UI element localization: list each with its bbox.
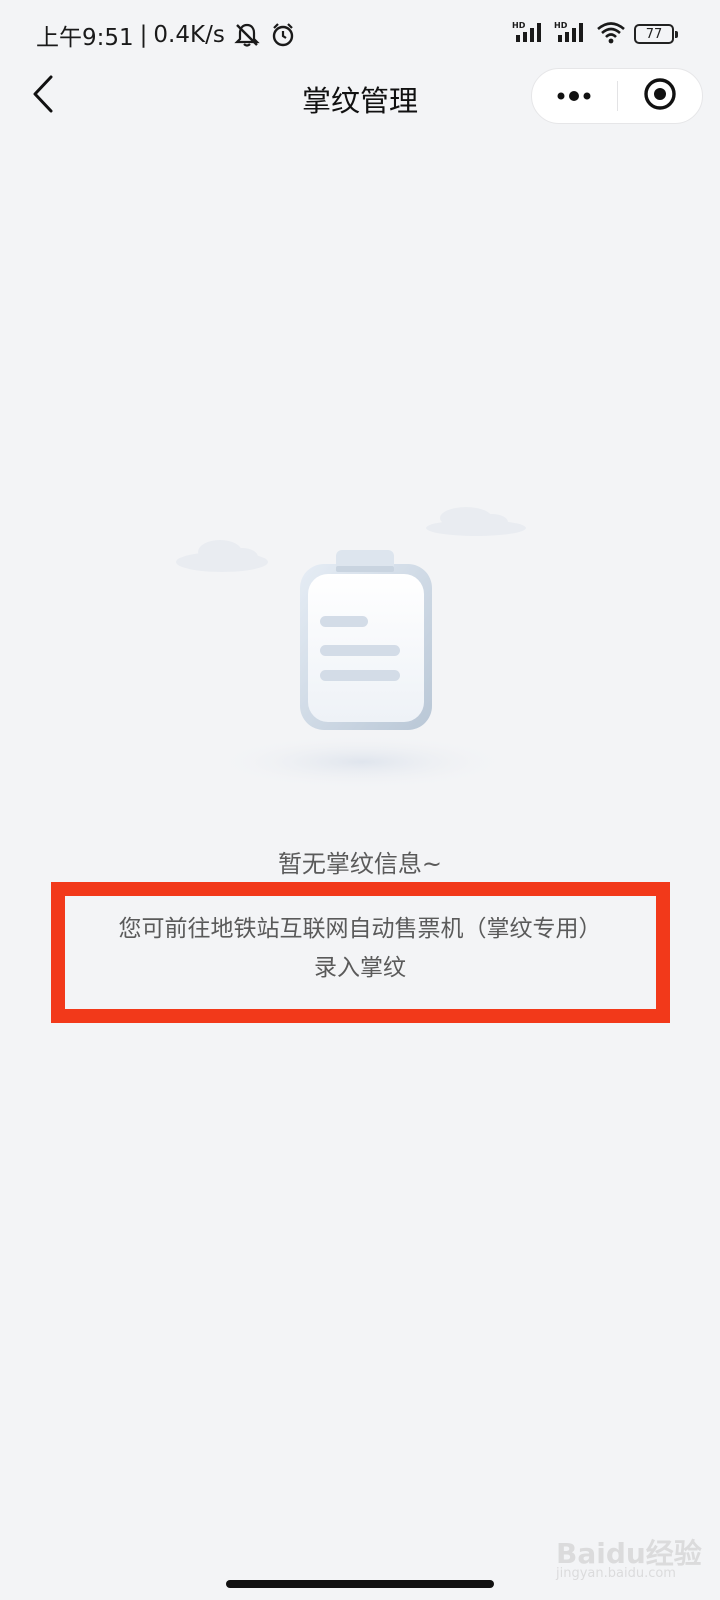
bell-mute-icon [233,21,261,49]
target-icon [643,77,677,115]
hint-line-1: 您可前往地铁站互联网自动售票机（掌纹专用） [118,916,602,942]
battery-icon: 77 [634,24,678,44]
watermark-sub: jingyan.baidu.com [556,1566,676,1581]
more-button[interactable] [532,69,617,123]
empty-title: 暂无掌纹信息~ [277,850,443,878]
home-indicator[interactable] [226,1580,494,1588]
signal-icon: HD [554,20,588,48]
cloud-left [176,540,268,572]
alarm-icon [269,21,297,49]
cloud-right [426,507,526,536]
hint-line-2: 录入掌纹 [314,955,406,981]
close-mini-program-button[interactable] [618,69,703,123]
status-left: 上午9:51 | 0.4K/s [36,18,297,52]
mini-program-capsule [531,68,703,124]
status-right: HD HD 77 [512,20,678,48]
status-net-speed: 0.4K/s [153,22,225,48]
battery-level: 77 [645,26,663,42]
status-bar: 上午9:51 | 0.4K/s HD HD 77 [0,0,720,70]
wifi-icon [596,20,626,48]
clipboard-icon [300,550,432,730]
signal-2-label: HD [554,21,568,30]
status-time: 上午9:51 [36,25,134,51]
signal-icon: HD [512,20,546,48]
nav-bar: 掌纹管理 [0,66,720,126]
status-separator: | [139,22,148,48]
empty-illustration [170,500,550,800]
signal-1-label: HD [512,21,526,30]
watermark: Baidu经验 jingyan.baidu.com [556,1532,706,1582]
more-dots-icon [556,87,592,106]
hint-text: 您可前往地铁站互联网自动售票机（掌纹专用） 录入掌纹 [0,910,720,988]
